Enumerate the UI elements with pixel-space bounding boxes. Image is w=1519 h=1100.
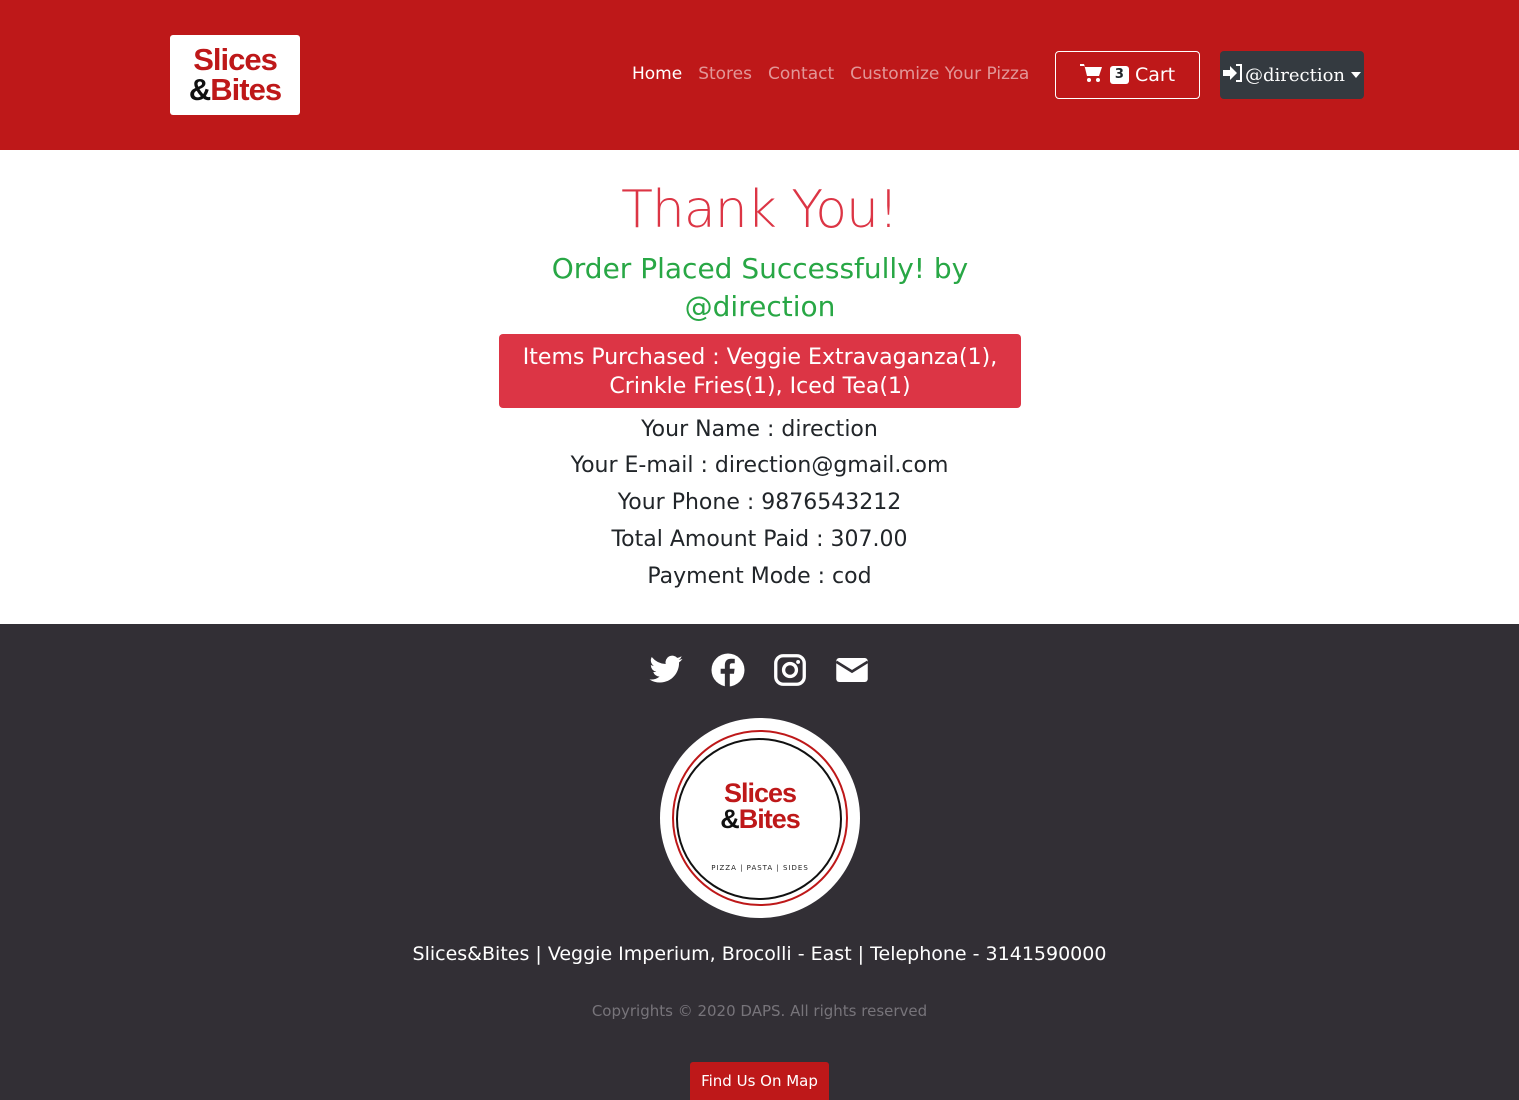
facebook-icon[interactable] [710,652,746,688]
instagram-icon[interactable] [772,652,808,688]
payment-mode: Payment Mode : cod [647,564,872,589]
nav-customize-pizza[interactable]: Customize Your Pizza [850,64,1029,90]
nav-home[interactable]: Home [632,64,682,90]
success-message: Order Placed Successfully! by @direction [551,252,969,323]
page-title: Thank You! [621,180,899,240]
logo-line2: &Bites [188,72,282,107]
footer-logo-text: Slices &Bites [720,778,801,834]
brand-logo[interactable]: Slices &Bites [170,35,300,115]
cart-button[interactable]: 3 Cart [1055,51,1200,99]
customer-phone: Your Phone : 9876543212 [617,490,902,515]
customer-email: Your E-mail : direction@gmail.com [570,453,949,478]
items-purchased-alert: Items Purchased : Veggie Extravaganza(1)… [499,334,1021,408]
footer-address: Slices&Bites | Veggie Imperium, Brocolli… [412,943,1107,965]
nav-contact[interactable]: Contact [768,64,834,90]
order-confirmation: Thank You! Order Placed Successfully! by… [0,150,1519,624]
footer: Slices &Bites PIZZA | PASTA | SIDES Slic… [0,624,1519,1100]
cart-count-badge: 3 [1109,66,1129,84]
cart-label: Cart [1134,64,1176,86]
copyright-text: Copyrights © 2020 DAPS. All rights reser… [591,1002,928,1020]
find-us-on-map-button[interactable]: Find Us On Map [690,1062,829,1100]
footer-brand-logo: Slices &Bites PIZZA | PASTA | SIDES [660,718,860,918]
footer-logo-tagline: PIZZA | PASTA | SIDES [711,864,809,872]
envelope-icon[interactable] [834,652,870,688]
total-amount: Total Amount Paid : 307.00 [611,527,908,552]
customer-name: Your Name : direction [641,417,878,442]
twitter-icon[interactable] [648,652,684,688]
user-label: @direction [1244,64,1346,86]
social-links [648,652,870,688]
sign-in-icon [1222,63,1243,87]
chevron-down-icon [1351,72,1362,78]
logo-line1: Slices [193,42,278,77]
user-dropdown-button[interactable]: @direction [1220,51,1364,99]
shopping-cart-icon [1079,63,1104,88]
main-nav: Home Stores Contact Customize Your Pizza [632,64,1029,90]
navbar: Slices &Bites Home Stores Contact Custom… [0,0,1519,150]
nav-stores[interactable]: Stores [698,64,752,90]
